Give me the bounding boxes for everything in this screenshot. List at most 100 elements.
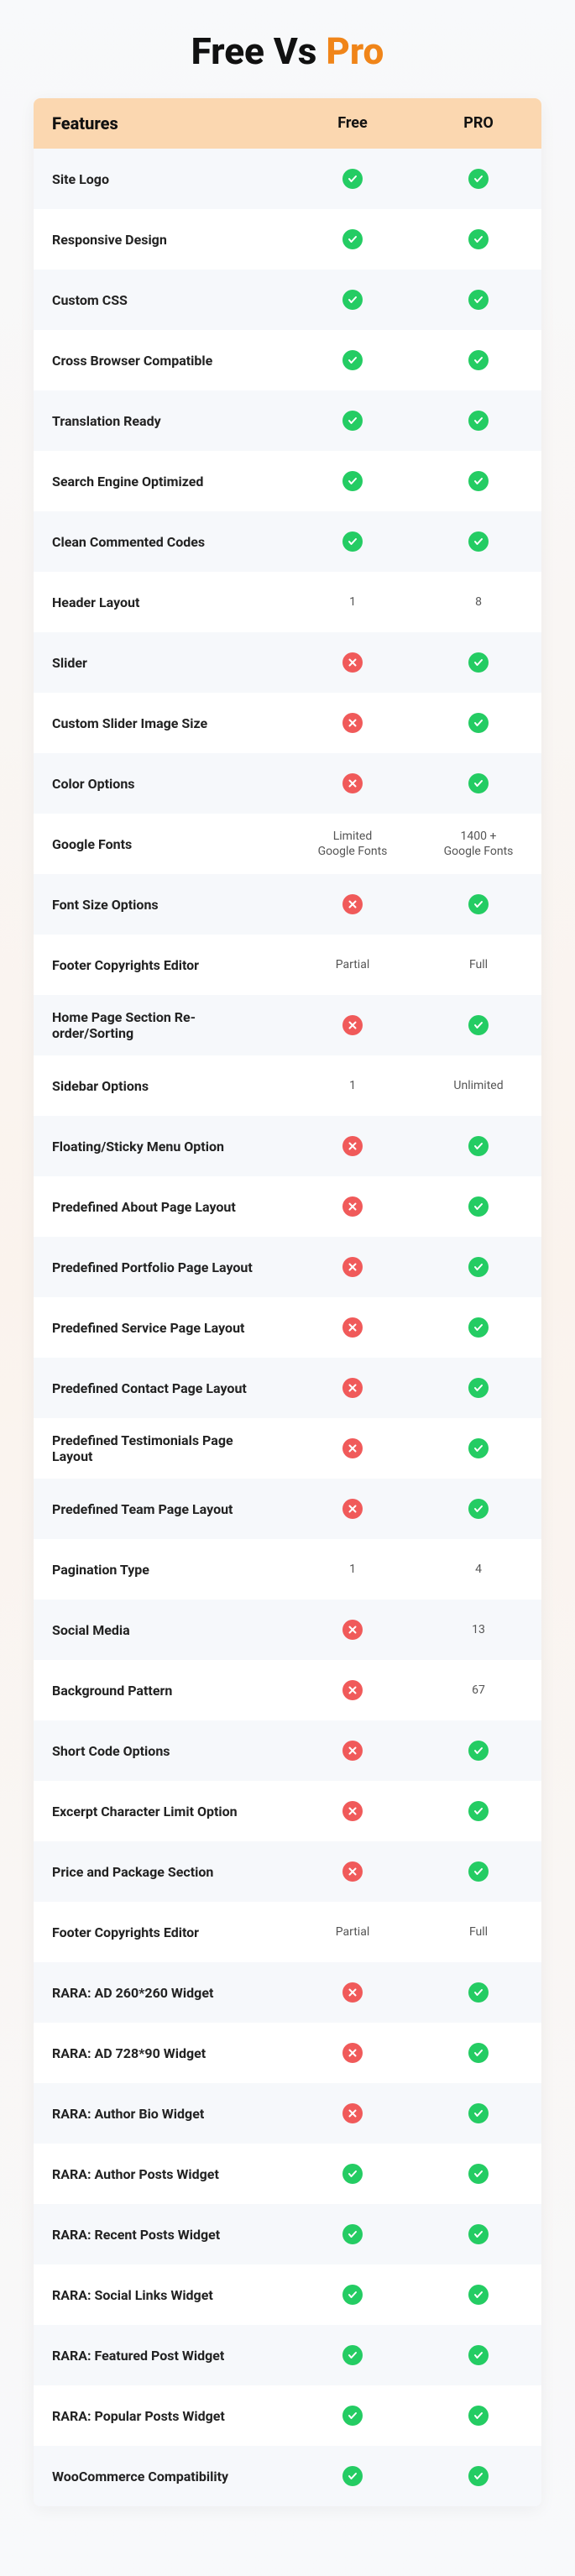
feature-name: Price and Package Section bbox=[34, 1864, 290, 1880]
free-cell: 1 bbox=[290, 1555, 416, 1584]
table-row: Translation Ready bbox=[34, 390, 541, 451]
feature-name: Excerpt Character Limit Option bbox=[34, 1804, 290, 1819]
check-icon bbox=[468, 1982, 489, 2003]
feature-name: Custom CSS bbox=[34, 292, 290, 308]
free-cell bbox=[290, 1432, 416, 1465]
pro-value: 1400 + Google Fonts bbox=[444, 829, 514, 859]
title-part2: Pro bbox=[326, 29, 384, 73]
check-icon bbox=[342, 2285, 363, 2305]
pro-cell bbox=[416, 1855, 541, 1888]
table-row: Search Engine Optimized bbox=[34, 451, 541, 511]
table-row: Excerpt Character Limit Option bbox=[34, 1781, 541, 1841]
check-icon bbox=[342, 290, 363, 310]
free-cell: Partial bbox=[290, 950, 416, 979]
check-icon bbox=[468, 2466, 489, 2486]
feature-name: Predefined Service Page Layout bbox=[34, 1320, 290, 1336]
free-cell bbox=[290, 1311, 416, 1344]
feature-name: Floating/Sticky Menu Option bbox=[34, 1139, 290, 1154]
table-row: Google FontsLimited Google Fonts1400 + G… bbox=[34, 814, 541, 874]
feature-name: Short Code Options bbox=[34, 1743, 290, 1759]
table-row: Custom CSS bbox=[34, 270, 541, 330]
free-cell bbox=[290, 223, 416, 256]
pro-cell bbox=[416, 2097, 541, 2130]
pro-cell bbox=[416, 887, 541, 921]
free-cell bbox=[290, 1855, 416, 1888]
feature-name: Predefined Team Page Layout bbox=[34, 1501, 290, 1517]
table-row: RARA: Author Posts Widget bbox=[34, 2144, 541, 2204]
table-row: Predefined Team Page Layout bbox=[34, 1479, 541, 1539]
check-icon bbox=[468, 2043, 489, 2063]
table-row: Predefined About Page Layout bbox=[34, 1176, 541, 1237]
feature-name: RARA: AD 260*260 Widget bbox=[34, 1985, 290, 2001]
pro-cell bbox=[416, 404, 541, 437]
table-row: RARA: Popular Posts Widget bbox=[34, 2385, 541, 2446]
header-pro: PRO bbox=[416, 107, 541, 139]
free-cell: Limited Google Fonts bbox=[290, 822, 416, 866]
table-row: Footer Copyrights EditorPartialFull bbox=[34, 935, 541, 995]
table-row: RARA: Featured Post Widget bbox=[34, 2325, 541, 2385]
cross-icon bbox=[342, 1438, 363, 1458]
free-cell bbox=[290, 887, 416, 921]
pro-cell bbox=[416, 1492, 541, 1526]
table-row: Predefined Service Page Layout bbox=[34, 1297, 541, 1358]
feature-name: Color Options bbox=[34, 776, 290, 792]
cross-icon bbox=[342, 2103, 363, 2123]
cross-icon bbox=[342, 1378, 363, 1398]
free-cell bbox=[290, 525, 416, 558]
pro-cell bbox=[416, 525, 541, 558]
comparison-table: Features Free PRO Site Logo Responsive De… bbox=[34, 98, 541, 2506]
check-icon bbox=[468, 229, 489, 249]
check-icon bbox=[468, 169, 489, 189]
table-header-row: Features Free PRO bbox=[34, 98, 541, 149]
feature-name: Responsive Design bbox=[34, 232, 290, 248]
check-icon bbox=[468, 1499, 489, 1519]
cross-icon bbox=[342, 1257, 363, 1277]
check-icon bbox=[342, 229, 363, 249]
cross-icon bbox=[342, 1982, 363, 2003]
header-free: Free bbox=[290, 107, 416, 139]
pro-cell bbox=[416, 2217, 541, 2251]
free-value: 1 bbox=[349, 594, 356, 610]
cross-icon bbox=[342, 1861, 363, 1882]
pro-cell bbox=[416, 1190, 541, 1223]
check-icon bbox=[468, 894, 489, 914]
feature-name: Cross Browser Compatible bbox=[34, 353, 290, 369]
feature-name: Predefined Testimonials Page Layout bbox=[34, 1432, 290, 1464]
free-cell: Partial bbox=[290, 1918, 416, 1946]
table-row: RARA: Social Links Widget bbox=[34, 2264, 541, 2325]
cross-icon bbox=[342, 1801, 363, 1821]
check-icon bbox=[342, 169, 363, 189]
table-row: RARA: Author Bio Widget bbox=[34, 2083, 541, 2144]
feature-name: Site Logo bbox=[34, 171, 290, 187]
pro-cell bbox=[416, 1311, 541, 1344]
free-cell bbox=[290, 2097, 416, 2130]
header-features: Features bbox=[34, 113, 290, 134]
feature-name: RARA: Popular Posts Widget bbox=[34, 2408, 290, 2424]
check-icon bbox=[468, 1136, 489, 1156]
free-value: Partial bbox=[336, 1924, 369, 1940]
free-cell: 1 bbox=[290, 588, 416, 616]
pro-cell: 4 bbox=[416, 1555, 541, 1584]
pro-value: Full bbox=[469, 957, 488, 972]
table-row: Home Page Section Re-order/Sorting bbox=[34, 995, 541, 1055]
check-icon bbox=[468, 290, 489, 310]
feature-name: RARA: Author Posts Widget bbox=[34, 2166, 290, 2182]
cross-icon bbox=[342, 773, 363, 793]
pro-cell bbox=[416, 1250, 541, 1284]
check-icon bbox=[468, 1015, 489, 1035]
check-icon bbox=[468, 2164, 489, 2184]
feature-name: Background Pattern bbox=[34, 1683, 290, 1699]
table-row: Background Pattern67 bbox=[34, 1660, 541, 1720]
pro-cell bbox=[416, 162, 541, 196]
free-cell bbox=[290, 2459, 416, 2493]
free-cell bbox=[290, 1794, 416, 1828]
check-icon bbox=[468, 2406, 489, 2426]
check-icon bbox=[342, 2466, 363, 2486]
cross-icon bbox=[342, 2043, 363, 2063]
feature-name: RARA: AD 728*90 Widget bbox=[34, 2045, 290, 2061]
cross-icon bbox=[342, 1317, 363, 1338]
cross-icon bbox=[342, 1136, 363, 1156]
cross-icon bbox=[342, 894, 363, 914]
cross-icon bbox=[342, 652, 363, 673]
table-row: Price and Package Section bbox=[34, 1841, 541, 1902]
